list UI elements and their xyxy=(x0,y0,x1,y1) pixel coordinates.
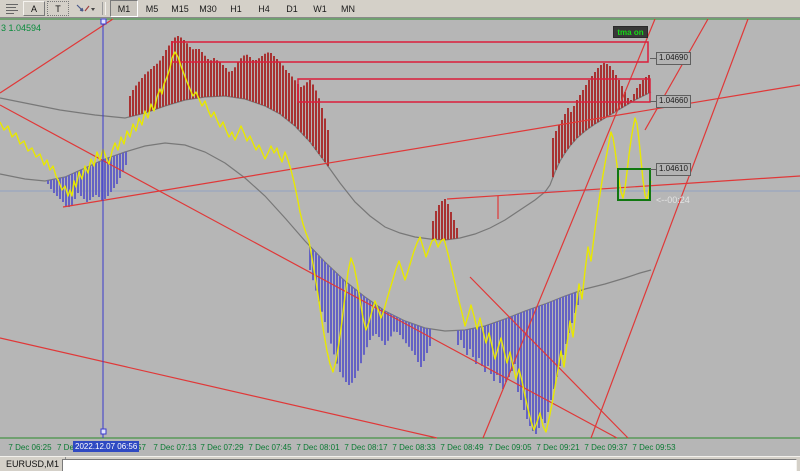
timeframe-button-m5[interactable]: M5 xyxy=(138,0,166,17)
annotate-button[interactable]: A xyxy=(23,1,45,16)
object-list-icon[interactable] xyxy=(2,1,22,16)
time-axis-label: 7 Dec 09:05 xyxy=(488,443,532,452)
time-axis-label: 7 Dec 09:21 xyxy=(536,443,580,452)
toolbar-separator xyxy=(102,2,106,15)
dropdown-caret-icon xyxy=(91,7,95,11)
time-axis-label: 7 Dec 08:49 xyxy=(440,443,484,452)
trading-app-window: A T M1 M5 M15 M30 H1 H4 D1 W1 MN 3 1.04594 tma o… xyxy=(0,0,800,471)
time-axis-label: 7 Dec 08:01 xyxy=(296,443,340,452)
time-axis-label: 7 Dec 09:37 xyxy=(584,443,628,452)
time-axis-label-fragment: 7 De xyxy=(57,443,74,452)
time-axis-label: 7 Dec 07:13 xyxy=(153,443,197,452)
symbol-tab[interactable]: EURUSD,M1 xyxy=(0,457,67,471)
time-axis-label: 7 Dec 07:45 xyxy=(248,443,292,452)
time-axis-label: 7 Dec 08:17 xyxy=(344,443,388,452)
timeframe-button-h4[interactable]: H4 xyxy=(250,0,278,17)
price-level-label: 1.04690 xyxy=(656,52,691,65)
bottom-bar: EURUSD,M1 xyxy=(0,456,800,471)
status-input-field[interactable] xyxy=(62,459,797,471)
chart-toolbar: A T M1 M5 M15 M30 H1 H4 D1 W1 MN xyxy=(0,0,800,18)
timeframe-button-m30[interactable]: M30 xyxy=(194,0,222,17)
cursor-mode-icon[interactable] xyxy=(72,1,98,16)
chart-canvas[interactable] xyxy=(0,18,800,439)
timeframe-button-d1[interactable]: D1 xyxy=(278,0,306,17)
time-axis-label: 7 Dec 08:33 xyxy=(392,443,436,452)
chart-area[interactable]: 3 1.04594 tma on <--00:24 1.04690 1.04660… xyxy=(0,18,800,439)
price-level-label: 1.04610 xyxy=(656,163,691,176)
lines-glyph xyxy=(6,3,18,14)
timeframe-group: M1 M5 M15 M30 H1 H4 D1 W1 MN xyxy=(110,0,362,17)
timeframe-button-m15[interactable]: M15 xyxy=(166,0,194,17)
timeframe-button-m1[interactable]: M1 xyxy=(110,0,138,17)
timeframe-button-h1[interactable]: H1 xyxy=(222,0,250,17)
text-tool-button[interactable]: T xyxy=(47,1,69,16)
time-axis: 7 Dec 06:25 7 Dec 07:13 7 Dec 07:29 7 Dec 0… xyxy=(0,439,800,456)
timeframe-button-w1[interactable]: W1 xyxy=(306,0,334,17)
current-price-readout: 3 1.04594 xyxy=(1,23,42,33)
timeframe-button-mn[interactable]: MN xyxy=(334,0,362,17)
time-axis-label: 7 Dec 07:29 xyxy=(200,443,244,452)
indicator-toggle-badge[interactable]: tma on xyxy=(613,26,648,38)
arrows-glyph xyxy=(76,4,95,12)
bar-countdown-label: <--00:24 xyxy=(656,195,690,205)
selected-datetime-box: 2022.12.07 06:56 xyxy=(73,441,140,452)
time-axis-label: 7 Dec 06:25 xyxy=(8,443,52,452)
time-axis-label: 7 Dec 09:53 xyxy=(632,443,676,452)
price-level-label: 1.04660 xyxy=(656,95,691,108)
